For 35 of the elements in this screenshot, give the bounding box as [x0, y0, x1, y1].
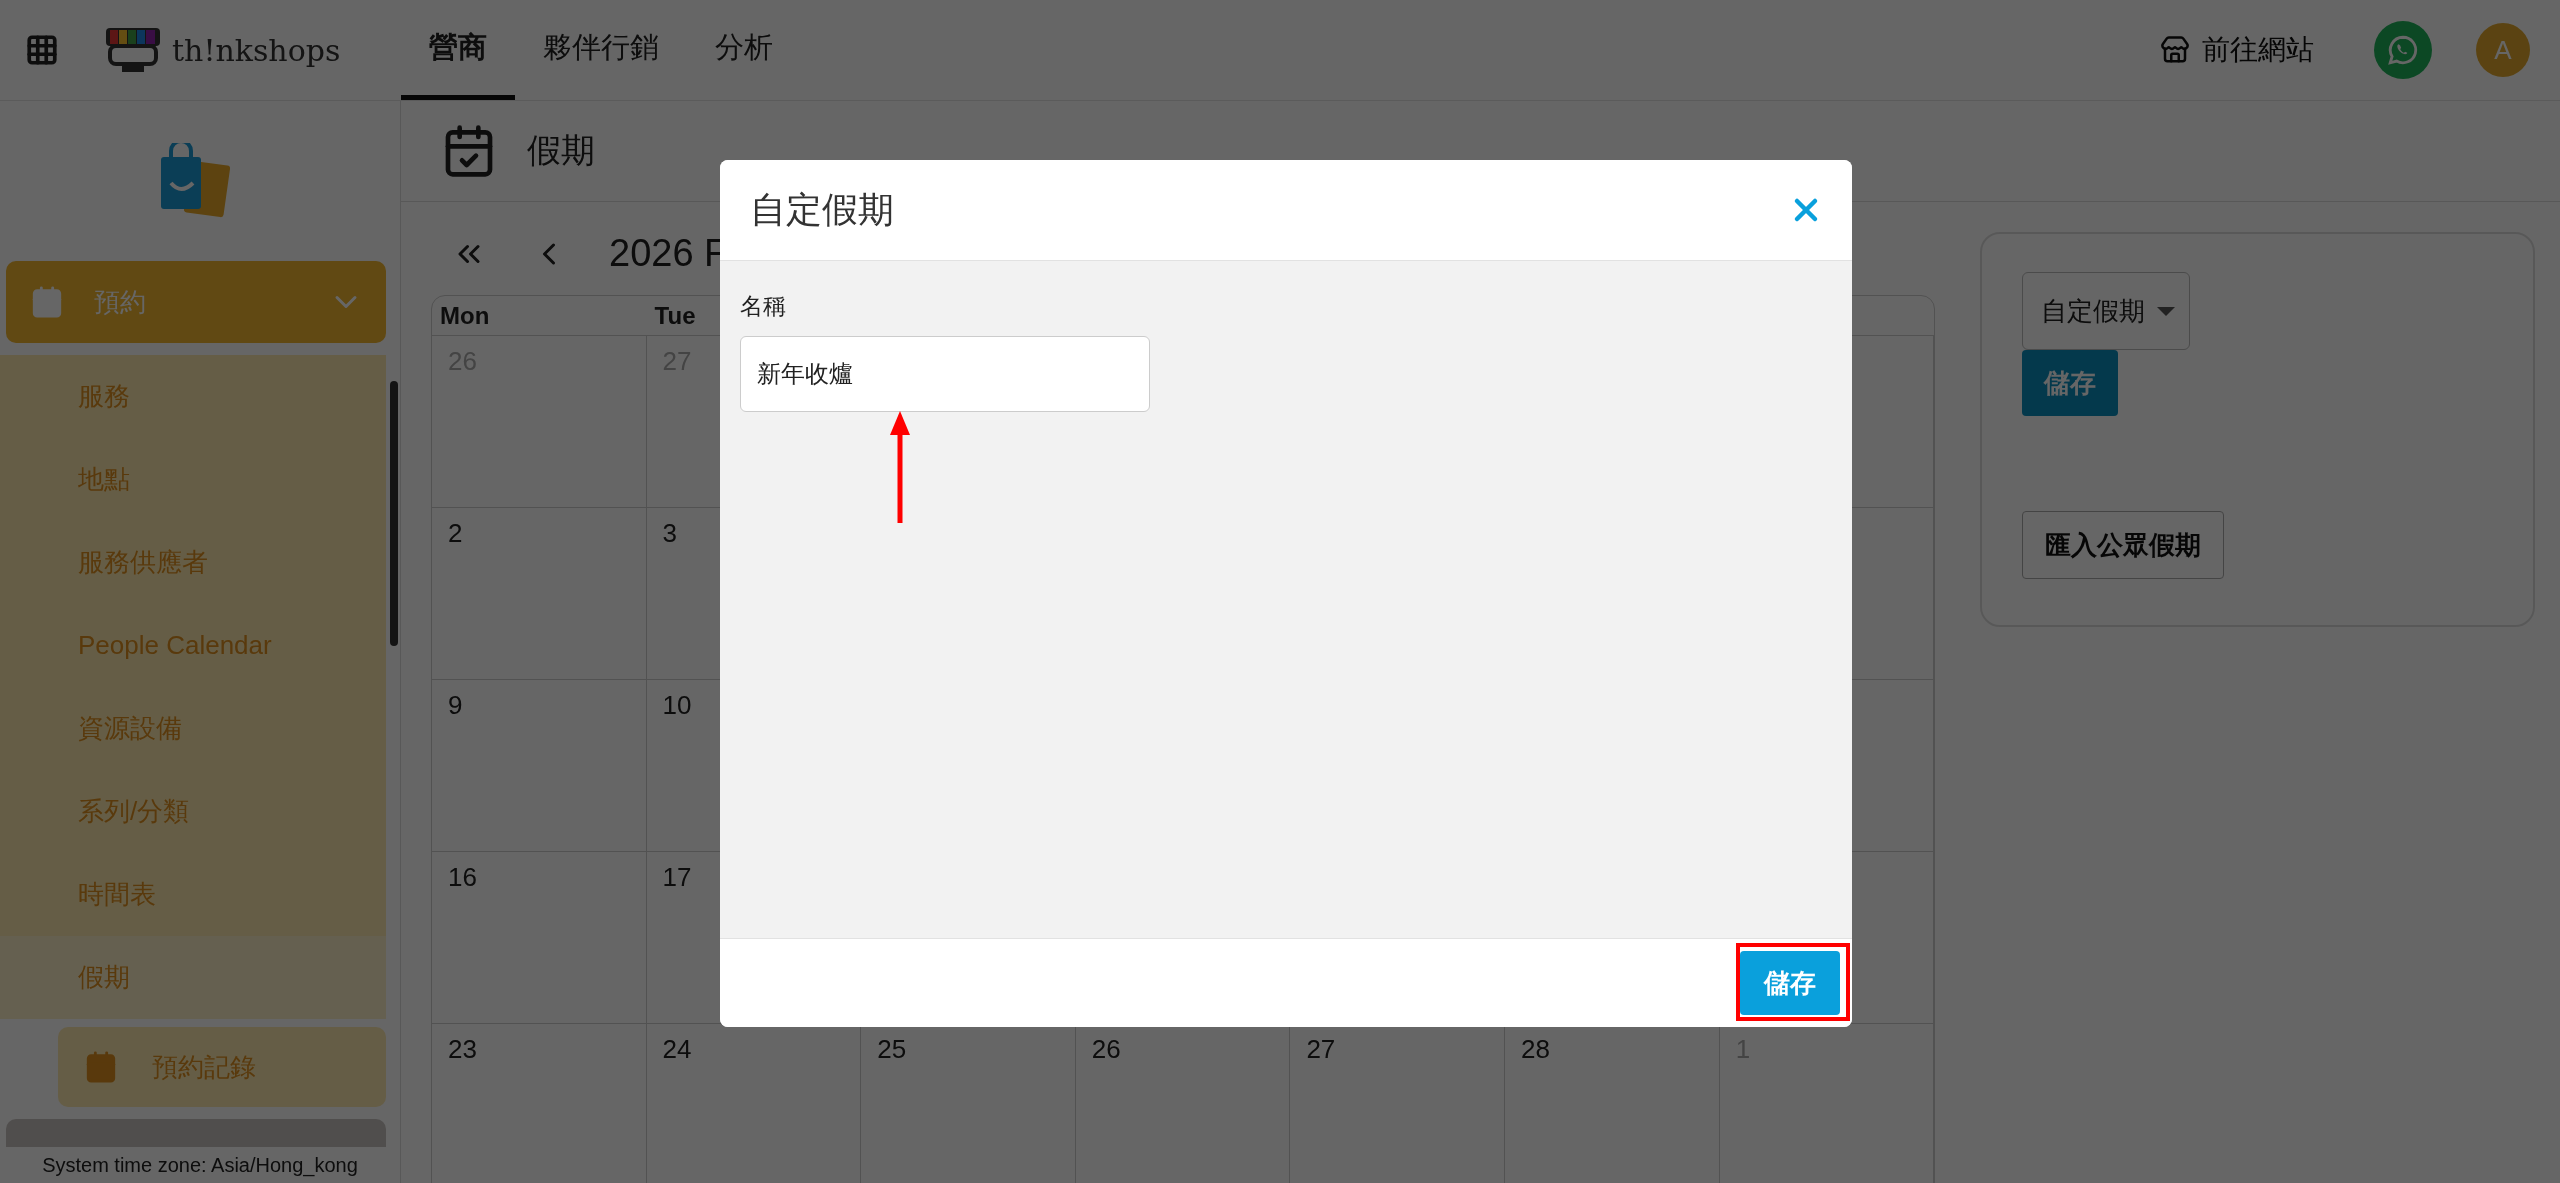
day-number: 24 [662, 1034, 692, 1064]
brand-logo-text: th!nkshops [172, 32, 341, 68]
day-number: 27 [1306, 1034, 1336, 1064]
calendar-icon [84, 1050, 118, 1084]
day-number: 2 [448, 518, 463, 548]
day-number: 3 [662, 518, 678, 548]
calendar-icon [30, 285, 64, 319]
day-number: 26 [1091, 1034, 1121, 1064]
day-number: 16 [448, 862, 477, 892]
nav-tab[interactable]: 夥伴行銷 [515, 0, 687, 100]
page-title: 假期 [527, 130, 595, 171]
nav-tab[interactable]: 營商 [401, 0, 515, 100]
day-cell[interactable]: 2 [432, 508, 647, 680]
save-button[interactable]: 儲存 [2022, 350, 2119, 416]
name-input-field[interactable]: 新年收爐 [740, 336, 1150, 412]
day-number: 17 [662, 862, 692, 892]
caret-icon [2157, 306, 2176, 316]
day-cell[interactable]: 9 [432, 680, 647, 852]
day-number: 10 [662, 690, 692, 720]
weekday-header: Mon [432, 296, 647, 336]
day-number: 23 [448, 1034, 477, 1064]
day-cell[interactable]: 23 [432, 1024, 647, 1183]
store-icon [2160, 35, 2190, 65]
save-button[interactable]: 儲存 [1740, 951, 1840, 1015]
scrollbar[interactable] [390, 381, 398, 646]
dialog-title: 自定假期 [750, 187, 894, 232]
day-number: 25 [877, 1034, 907, 1064]
day-cell[interactable]: 16 [432, 852, 647, 1024]
group-label: 預約 [94, 285, 146, 319]
item-label: 預約記錄 [152, 1050, 256, 1084]
day-number: 28 [1521, 1034, 1550, 1064]
day-number: 9 [448, 690, 463, 720]
nav-tab[interactable]: 分析 [687, 0, 801, 100]
visit-site-link[interactable]: 前往網站 [2160, 31, 2314, 69]
import-holidays-button[interactable]: 匯入公眾假期 [2022, 511, 2225, 579]
